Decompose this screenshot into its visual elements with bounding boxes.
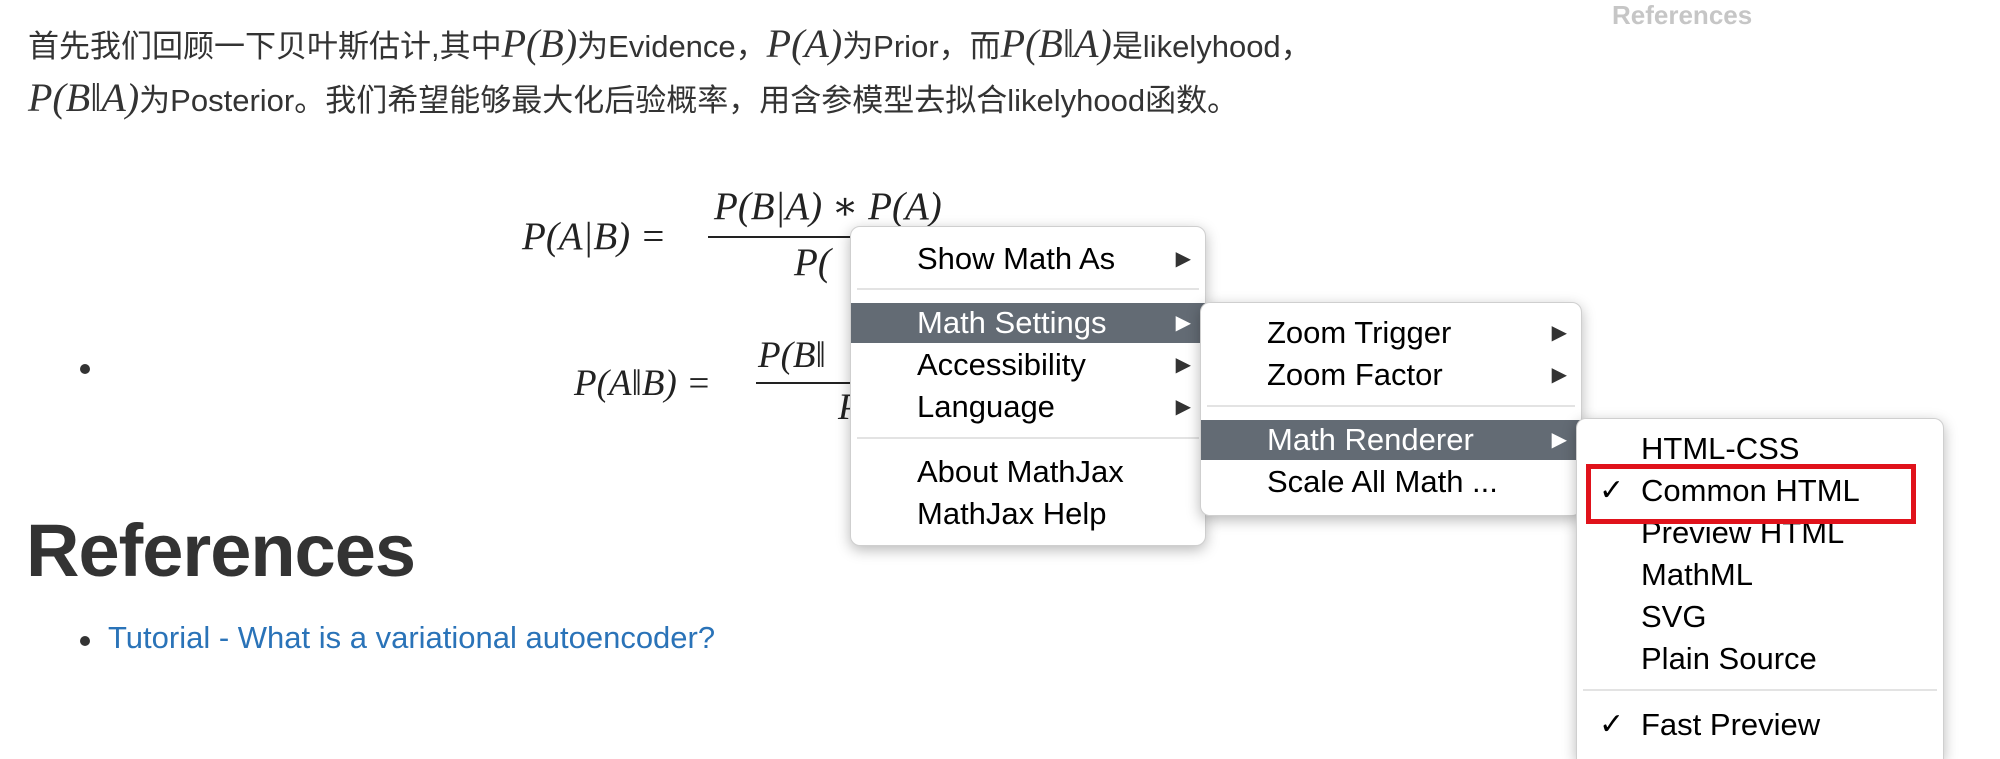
equation-numerator: P(B‖ bbox=[758, 335, 826, 376]
menu-item-accessibility[interactable]: Accessibility ▶ bbox=[851, 345, 1205, 385]
submenu-arrow-icon: ▶ bbox=[1551, 364, 1567, 386]
menu-item-label: Math Renderer bbox=[1267, 422, 1474, 457]
equation-numerator: P(B|A) ∗ P(A) bbox=[714, 185, 942, 228]
references-heading: References bbox=[26, 509, 416, 592]
intro-text: 为Evidence， bbox=[577, 29, 767, 64]
intro-text: 为Posterior。我们希望能够最大化后验概率，用含参模型去拟合likelyh… bbox=[139, 83, 1239, 118]
equation-lhs: P(A‖B) = bbox=[574, 363, 712, 404]
math-inline: P(B‖A) bbox=[1000, 21, 1112, 66]
intro-text: 为Prior，而 bbox=[842, 29, 1001, 64]
annotation-highlight-box bbox=[1586, 464, 1916, 524]
menu-separator bbox=[1207, 405, 1575, 407]
menu-item-plain-source[interactable]: Plain Source bbox=[1577, 639, 1943, 679]
menu-item-label: About MathJax bbox=[917, 454, 1124, 489]
menu-item-show-math-as[interactable]: Show Math As ▶ bbox=[851, 239, 1205, 279]
menu-item-label: SVG bbox=[1641, 599, 1707, 634]
submenu-arrow-icon: ▶ bbox=[1175, 248, 1191, 270]
fraction-bar bbox=[756, 382, 860, 384]
menu-item-label: MathML bbox=[1641, 557, 1753, 592]
submenu-arrow-icon: ▶ bbox=[1551, 429, 1567, 451]
submenu-arrow-icon: ▶ bbox=[1175, 396, 1191, 418]
submenu-arrow-icon: ▶ bbox=[1175, 354, 1191, 376]
submenu-arrow-icon: ▶ bbox=[1551, 322, 1567, 344]
menu-separator bbox=[1583, 689, 1937, 691]
menu-item-html-css[interactable]: HTML-CSS bbox=[1577, 429, 1943, 469]
menu-item-label: Zoom Factor bbox=[1267, 357, 1443, 392]
menu-item-label: Zoom Trigger bbox=[1267, 315, 1452, 350]
list-bullet bbox=[80, 364, 90, 374]
equation-lhs: P(A|B) = bbox=[522, 215, 667, 258]
menu-item-zoom-factor[interactable]: Zoom Factor ▶ bbox=[1201, 355, 1581, 395]
equation-denominator: P( bbox=[794, 241, 831, 284]
menu-separator bbox=[857, 437, 1199, 439]
menu-item-fast-preview[interactable]: ✓ Fast Preview bbox=[1577, 705, 1943, 745]
menu-item-language[interactable]: Language ▶ bbox=[851, 387, 1205, 427]
menu-item-svg[interactable]: SVG bbox=[1577, 597, 1943, 637]
menu-item-label: Show Math As bbox=[917, 241, 1116, 276]
menu-item-about-mathjax[interactable]: About MathJax bbox=[851, 452, 1205, 492]
menu-item-label: HTML-CSS bbox=[1641, 431, 1800, 466]
menu-item-label: Fast Preview bbox=[1641, 707, 1821, 742]
menu-item-label: Language bbox=[917, 389, 1055, 424]
menu-item-zoom-trigger[interactable]: Zoom Trigger ▶ bbox=[1201, 313, 1581, 353]
menu-item-scale-all-math[interactable]: Scale All Math ... bbox=[1201, 462, 1581, 502]
menu-item-math-settings[interactable]: Math Settings ▶ bbox=[851, 303, 1205, 343]
toc-title-faded[interactable]: References bbox=[1612, 0, 1752, 31]
math-settings-submenu: Zoom Trigger ▶ Zoom Factor ▶ Math Render… bbox=[1200, 302, 1582, 516]
intro-line-2: P(B‖A)为Posterior。我们希望能够最大化后验概率，用含参模型去拟合l… bbox=[28, 78, 1238, 121]
menu-item-label: Scale All Math ... bbox=[1267, 464, 1498, 499]
intro-text: 首先我们回顾一下贝叶斯估计,其中 bbox=[28, 29, 502, 64]
math-inline: P(B‖A) bbox=[28, 75, 140, 120]
intro-text: 是likelyhood， bbox=[1111, 29, 1312, 64]
menu-item-mathml[interactable]: MathML bbox=[1577, 555, 1943, 595]
intro-line-1: 首先我们回顾一下贝叶斯估计,其中P(B)为Evidence，P(A)为Prior… bbox=[28, 24, 1312, 67]
menu-separator bbox=[857, 288, 1199, 290]
list-bullet bbox=[80, 636, 90, 646]
reference-link[interactable]: Tutorial - What is a variational autoenc… bbox=[108, 620, 715, 656]
menu-item-label: Math Settings bbox=[917, 305, 1107, 340]
menu-item-label: MathJax Help bbox=[917, 496, 1107, 531]
submenu-arrow-icon: ▶ bbox=[1175, 312, 1191, 334]
math-inline: P(A) bbox=[766, 21, 843, 66]
menu-item-mathjax-help[interactable]: MathJax Help bbox=[851, 494, 1205, 534]
menu-item-math-renderer[interactable]: Math Renderer ▶ bbox=[1201, 420, 1581, 460]
mathjax-context-menu: Show Math As ▶ Math Settings ▶ Accessibi… bbox=[850, 226, 1206, 546]
math-inline: P(B) bbox=[501, 21, 578, 66]
menu-item-label: Accessibility bbox=[917, 347, 1086, 382]
checkmark-icon: ✓ bbox=[1599, 708, 1625, 741]
menu-item-label: Plain Source bbox=[1641, 641, 1817, 676]
